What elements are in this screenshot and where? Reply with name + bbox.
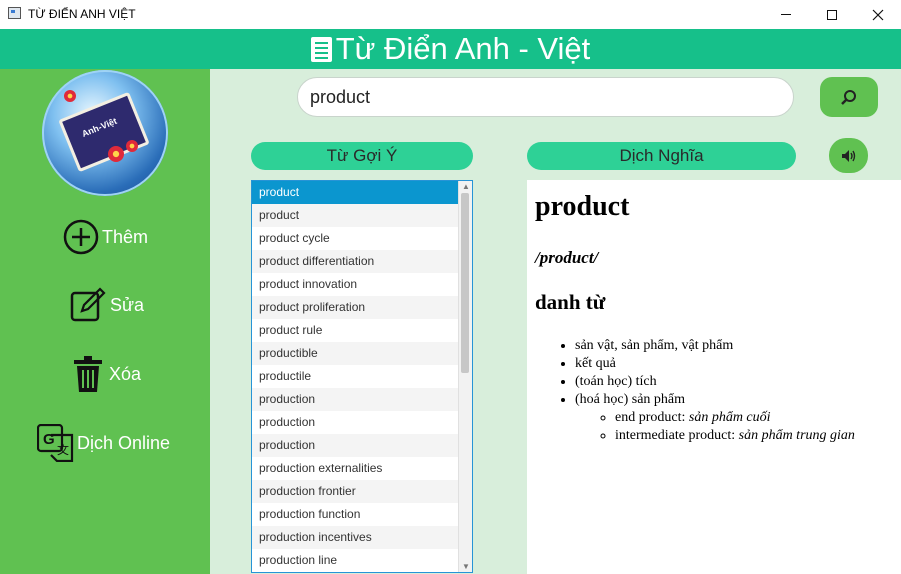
suggestion-item[interactable]: production line <box>252 549 459 572</box>
suggestion-item[interactable]: production <box>252 434 459 457</box>
suggestion-item[interactable]: product differentiation <box>252 250 459 273</box>
example-en: end product: <box>615 410 686 425</box>
suggestion-item[interactable]: productible <box>252 342 459 365</box>
close-button[interactable] <box>855 0 901 29</box>
search-button[interactable] <box>820 77 878 117</box>
window-titlebar: TỪ ĐIỂN ANH VIỆT <box>0 0 901 29</box>
flower-decoration <box>64 90 76 102</box>
app-title: Từ Điển Anh - Việt <box>335 31 591 66</box>
flower-decoration <box>126 140 138 152</box>
sidebar-item-add[interactable]: Thêm <box>0 215 210 259</box>
book-list-icon <box>310 36 332 62</box>
example-item: end product: sản phẩm cuối <box>615 409 855 427</box>
suggestion-item[interactable]: production <box>252 388 459 411</box>
close-icon <box>872 9 884 20</box>
minimize-icon <box>781 14 791 15</box>
suggestion-item[interactable]: product proliferation <box>252 296 459 319</box>
sidebar-item-delete[interactable]: Xóa <box>0 352 210 396</box>
logo-label: Anh-Việt <box>80 115 119 139</box>
app-header: Từ Điển Anh - Việt <box>0 29 901 69</box>
suggestion-item[interactable]: product <box>252 204 459 227</box>
suggestion-item[interactable]: product cycle <box>252 227 459 250</box>
flower-decoration <box>108 146 124 162</box>
meaning-item: (hoá học) sản phẩm end product: sản phẩm… <box>575 391 855 445</box>
svg-text:文: 文 <box>57 442 69 457</box>
definition-word: product <box>535 191 630 222</box>
suggestion-item[interactable]: production externalities <box>252 457 459 480</box>
suggestion-item[interactable]: production incentives <box>252 526 459 549</box>
suggestion-item[interactable]: product rule <box>252 319 459 342</box>
maximize-icon <box>827 9 837 20</box>
sidebar-item-online-translate[interactable]: G 文 Dịch Online <box>0 421 210 465</box>
suggestion-list[interactable]: product product product cycle product diffe… <box>251 180 473 573</box>
suggestion-item[interactable]: production <box>252 411 459 434</box>
example-item: intermediate product: sản phẩm trung gia… <box>615 427 855 445</box>
meaning-list: sản vật, sản phẩm, vật phẩm kết quả (toá… <box>575 337 855 445</box>
book-image: Anh-Việt <box>58 91 150 173</box>
suggest-header: Từ Gợi Ý <box>251 142 473 170</box>
sidebar-item-label: Sửa <box>110 294 145 315</box>
suggestion-item[interactable]: productile <box>252 365 459 388</box>
suggestion-item[interactable]: production frontier <box>252 480 459 503</box>
scroll-down-icon[interactable]: ▼ <box>462 562 470 571</box>
scroll-thumb[interactable] <box>461 193 469 373</box>
example-list: end product: sản phẩm cuối intermediate … <box>575 409 855 445</box>
minimize-button[interactable] <box>763 0 809 29</box>
meaning-text: (hoá học) sản phẩm <box>575 392 686 407</box>
list-scrollbar[interactable]: ▲ ▼ <box>458 181 472 572</box>
maximize-button[interactable] <box>809 0 855 29</box>
svg-text:G: G <box>43 431 55 448</box>
sidebar-item-edit[interactable]: Sửa <box>0 283 210 327</box>
suggestion-item[interactable]: product <box>252 181 459 204</box>
scroll-up-icon[interactable]: ▲ <box>462 182 470 191</box>
search-icon <box>841 90 856 105</box>
meaning-item: (toán học) tích <box>575 373 855 391</box>
window-title: TỪ ĐIỂN ANH VIỆT <box>28 7 136 21</box>
meaning-item: kết quả <box>575 355 855 373</box>
example-en: intermediate product: <box>615 428 736 443</box>
suggestion-item[interactable]: product innovation <box>252 273 459 296</box>
sidebar-item-label: Thêm <box>102 226 149 247</box>
app-icon <box>8 7 21 19</box>
dictionary-globe-logo: Anh-Việt <box>42 70 168 196</box>
sidebar-item-label: Xóa <box>109 363 142 384</box>
translate-header: Dịch Nghĩa <box>527 142 796 170</box>
definition-phonetic: /product/ <box>535 248 599 267</box>
sidebar-item-label: Dịch Online <box>77 432 171 453</box>
trash-icon <box>74 356 102 392</box>
edit-icon <box>70 287 106 322</box>
plus-circle-icon <box>63 219 99 255</box>
definition-part-of-speech: danh từ <box>535 290 606 314</box>
google-translate-icon: G 文 <box>37 424 74 462</box>
definition-panel: product /product/ danh từ sản vật, sản p… <box>527 180 901 574</box>
meaning-item: sản vật, sản phẩm, vật phẩm <box>575 337 855 355</box>
suggestion-item[interactable]: production function <box>252 503 459 526</box>
search-input[interactable] <box>297 77 794 117</box>
example-vi: sản phẩm cuối <box>688 410 771 425</box>
speak-button[interactable] <box>829 138 868 173</box>
speaker-icon <box>841 149 855 162</box>
example-vi: sản phẩm trung gian <box>738 428 855 443</box>
